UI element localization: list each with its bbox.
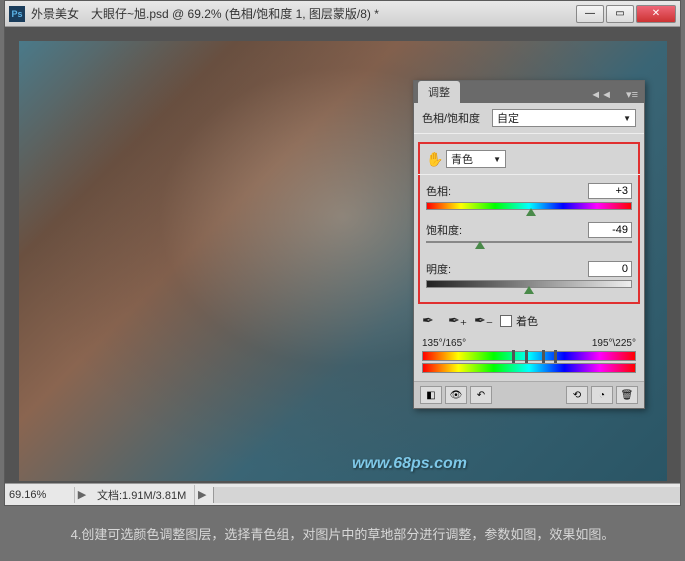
preset-value: 自定	[497, 110, 519, 126]
lightness-label: 明度:	[426, 261, 451, 277]
divider	[418, 174, 640, 175]
color-range-bar-bottom	[422, 363, 636, 373]
lightness-input[interactable]	[588, 261, 632, 277]
chevron-down-icon: ▼	[623, 114, 631, 123]
channel-value: 青色	[451, 151, 473, 167]
trash-icon[interactable]: 🗑	[616, 386, 638, 404]
colorize-label: 着色	[516, 313, 538, 329]
app-window: Ps 外景美女 大眼仔~旭.psd @ 69.2% (色相/饱和度 1, 图层蒙…	[4, 0, 681, 506]
preset-dropdown[interactable]: 自定 ▼	[492, 109, 636, 127]
eyedropper-add-icon[interactable]: ✒₊	[448, 312, 466, 330]
horizontal-scrollbar[interactable]	[213, 487, 680, 503]
zoom-arrow-icon[interactable]: ▶	[75, 488, 89, 501]
saturation-slider[interactable]	[426, 241, 632, 251]
titlebar: Ps 外景美女 大眼仔~旭.psd @ 69.2% (色相/饱和度 1, 图层蒙…	[5, 1, 680, 27]
eyedropper-subtract-icon[interactable]: ✒₋	[474, 312, 492, 330]
tab-adjustments[interactable]: 调整	[418, 81, 460, 103]
color-range-bar-top[interactable]	[422, 351, 636, 361]
app-icon: Ps	[9, 6, 25, 22]
minimize-button[interactable]: —	[576, 5, 604, 23]
panel-tabs: 调整 ◄◄ ▾≡	[414, 81, 644, 103]
document-title: 外景美女 大眼仔~旭.psd @ 69.2% (色相/饱和度 1, 图层蒙版/8…	[31, 5, 576, 22]
zoom-level[interactable]: 69.16%	[5, 487, 75, 503]
range-left-value: 135°/165°	[422, 338, 466, 349]
clip-icon[interactable]: ◔	[591, 386, 613, 404]
canvas-area: www.68ps.com 调整 ◄◄ ▾≡ 色相/饱和度 自定 ▼	[5, 27, 680, 483]
info-arrow-icon[interactable]: ▶	[195, 488, 209, 501]
close-button[interactable]: ✕	[636, 5, 676, 23]
adjustment-type-label: 色相/饱和度	[422, 110, 492, 126]
previous-state-icon[interactable]: ↶	[470, 386, 492, 404]
document-info: 文档:1.91M/3.81M	[89, 485, 195, 505]
divider	[414, 133, 644, 134]
watermark: www.68ps.com	[352, 455, 467, 473]
window-controls: — ▭ ✕	[576, 5, 676, 23]
panel-menu-icon[interactable]: ▾≡	[620, 86, 644, 103]
reset-icon[interactable]: ⟲	[566, 386, 588, 404]
maximize-button[interactable]: ▭	[606, 5, 634, 23]
panel-footer: ◧ 👁 ↶ ⟲ ◔ 🗑	[414, 381, 644, 408]
saturation-label: 饱和度:	[426, 222, 462, 238]
layer-toggle-icon[interactable]: ◧	[420, 386, 442, 404]
highlighted-controls: ✋ 青色 ▼ 色相:	[418, 142, 640, 304]
panel-body: 色相/饱和度 自定 ▼ ✋ 青色 ▼	[414, 103, 644, 381]
hue-input[interactable]	[588, 183, 632, 199]
chevron-down-icon: ▼	[493, 155, 501, 164]
panel-collapse-icon[interactable]: ◄◄	[586, 87, 616, 103]
visibility-icon[interactable]: 👁	[445, 386, 467, 404]
hue-slider[interactable]	[426, 202, 632, 212]
adjustments-panel: 调整 ◄◄ ▾≡ 色相/饱和度 自定 ▼ ✋	[413, 80, 645, 409]
hue-label: 色相:	[426, 183, 451, 199]
range-right-value: 195°\225°	[592, 338, 636, 349]
tutorial-caption: 4.创建可选颜色调整图层，选择青色组，对图片中的草地部分进行调整，参数如图，效果…	[0, 524, 685, 543]
colorize-checkbox[interactable]	[500, 315, 512, 327]
hand-tool-icon[interactable]: ✋	[426, 151, 446, 168]
lightness-slider[interactable]	[426, 280, 632, 290]
statusbar: 69.16% ▶ 文档:1.91M/3.81M ▶	[5, 483, 680, 505]
saturation-input[interactable]	[588, 222, 632, 238]
eyedropper-icon[interactable]: ✒	[422, 312, 440, 330]
channel-dropdown[interactable]: 青色 ▼	[446, 150, 506, 168]
